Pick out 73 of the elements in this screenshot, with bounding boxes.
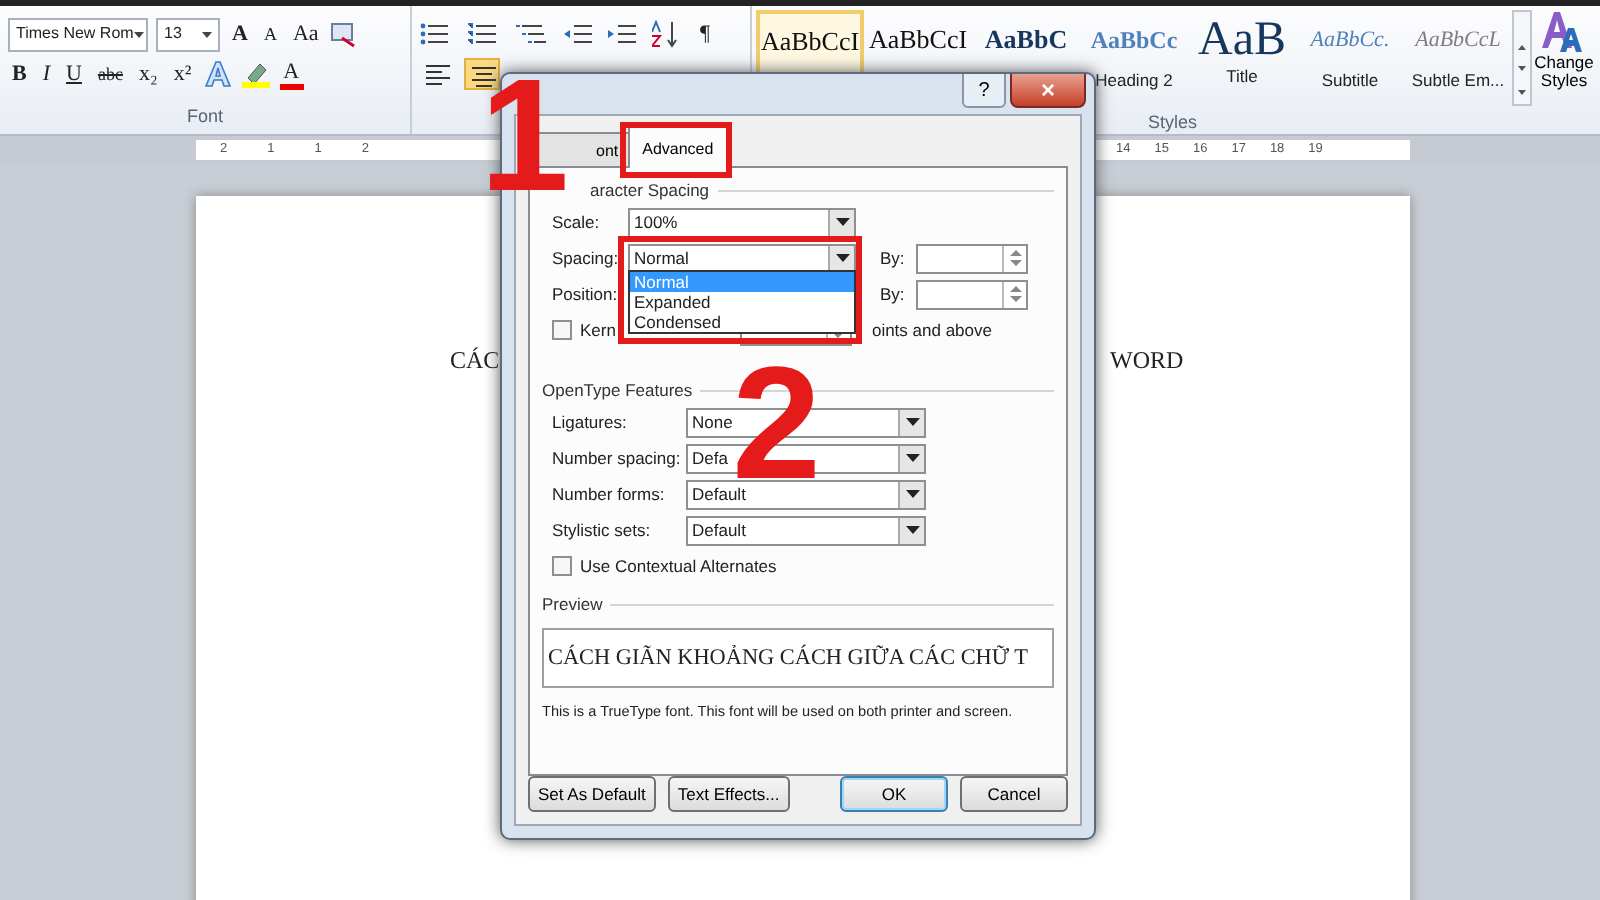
heading-text: CÁC: [450, 346, 500, 374]
group-label: Styles: [1148, 110, 1198, 136]
dialog-button[interactable]: OK: [840, 776, 948, 812]
dropdown-option[interactable]: Condensed: [630, 312, 854, 332]
format-button[interactable]: B: [8, 58, 31, 90]
dialog-button[interactable]: Cancel: [960, 776, 1068, 812]
format-button[interactable]: U: [62, 58, 86, 90]
sort-icon[interactable]: [652, 20, 680, 48]
style-gallery-item[interactable]: AaBbCcL Subtle Em...: [1404, 10, 1512, 110]
checkbox[interactable]: [552, 320, 572, 340]
field-label: Position:: [552, 281, 620, 307]
field-label: Scale:: [552, 209, 602, 235]
dropdown-caret-icon[interactable]: [133, 31, 144, 37]
font-size-field[interactable]: 13: [156, 17, 220, 51]
style-gallery-item[interactable]: AaBbCc Heading 2: [1080, 10, 1188, 110]
field-label: Spacing:: [552, 245, 621, 271]
show-formatting-button[interactable]: ¶: [696, 18, 714, 50]
numbered-list-icon[interactable]: [468, 22, 500, 46]
dropdown-option[interactable]: Expanded: [630, 292, 854, 312]
help-button[interactable]: ?: [962, 74, 1006, 108]
dropdown-arrow-icon[interactable]: [905, 526, 919, 534]
dialog-button[interactable]: Set As Default: [528, 776, 656, 812]
increase-indent-icon[interactable]: [608, 22, 636, 46]
opentype-dropdown[interactable]: Default: [686, 479, 926, 509]
change-case-button[interactable]: Aa: [288, 18, 323, 50]
format-button[interactable]: abc: [93, 58, 127, 90]
dropdown-arrow-icon[interactable]: [835, 218, 849, 226]
grow-font-button[interactable]: A: [228, 18, 252, 50]
section-heading: OpenType Features: [542, 377, 693, 403]
preview-text: CÁCH GIÃN KHOẢNG CÁCH GIỮA CÁC CHỮ T: [548, 642, 1028, 674]
multilevel-list-icon[interactable]: [516, 22, 548, 46]
field-label: Stylistic sets:: [552, 517, 653, 543]
change-styles-button[interactable]: Change Styles: [1532, 10, 1592, 110]
dropdown-caret-icon[interactable]: [202, 31, 212, 37]
highlighter-icon[interactable]: [239, 60, 272, 88]
field-label: Number spacing:: [552, 445, 683, 471]
dropdown-arrow-icon[interactable]: [905, 454, 919, 462]
style-gallery-item[interactable]: AaBbCc. Subtitle: [1296, 10, 1404, 110]
field-label: oints and above: [871, 317, 994, 343]
field-label: Number forms:: [552, 481, 667, 507]
opentype-dropdown[interactable]: Default: [686, 515, 926, 545]
dialog-button[interactable]: Text Effects...: [667, 776, 790, 812]
shrink-font-button[interactable]: A: [259, 18, 281, 50]
dropdown-arrow-icon[interactable]: [905, 490, 919, 498]
change-styles-icon: [1540, 10, 1588, 54]
field-label: By:: [880, 281, 907, 307]
section-heading: Preview: [542, 591, 603, 617]
clear-formatting-icon[interactable]: [330, 20, 359, 48]
style-gallery-item[interactable]: AaB Title: [1188, 10, 1296, 110]
format-button[interactable]: x₂: [134, 58, 162, 90]
spin-field[interactable]: [916, 243, 1028, 273]
spin-field[interactable]: [916, 279, 1028, 309]
gallery-scroll-icon[interactable]: [1512, 10, 1532, 106]
field-label: By:: [880, 245, 907, 271]
section-heading: aracter Spacing: [590, 177, 710, 203]
dropdown-arrow-icon[interactable]: [835, 254, 849, 262]
font-name-field[interactable]: Times New Rom: [8, 17, 148, 51]
text-effects-icon[interactable]: [203, 60, 232, 88]
field-label: Ligatures:: [552, 409, 629, 435]
decrease-indent-icon[interactable]: [564, 22, 592, 46]
format-button[interactable]: I: [38, 58, 55, 90]
field-label: Kern: [580, 317, 616, 343]
format-button[interactable]: x²: [169, 58, 196, 90]
font-color-button[interactable]: A: [279, 59, 304, 89]
checkbox[interactable]: [552, 556, 572, 576]
highlight-frame: [620, 122, 732, 178]
dropdown-arrow-icon[interactable]: [905, 418, 919, 426]
bullet-list-icon[interactable]: [420, 22, 452, 46]
scale-dropdown[interactable]: 100%: [628, 207, 856, 237]
group-label: Font: [184, 103, 225, 129]
checkbox-label: Use Contextual Alternates: [580, 553, 777, 579]
heading-text: WORD: [1110, 346, 1184, 374]
dialog-tab[interactable]: Advanced: [628, 126, 728, 168]
